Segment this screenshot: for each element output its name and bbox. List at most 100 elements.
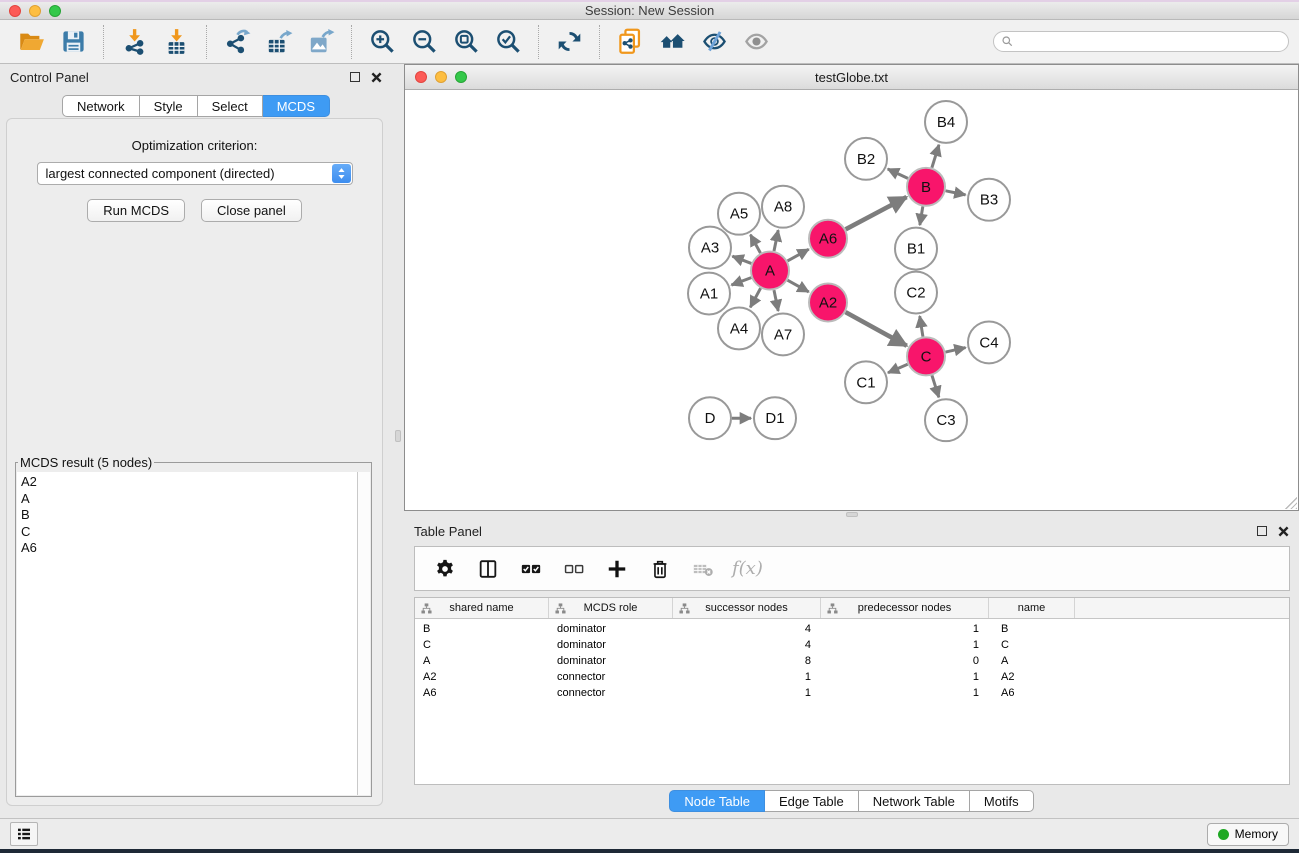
splitter-handle[interactable]	[395, 430, 401, 442]
node-label-C4: C4	[979, 334, 998, 351]
edge-A-A5[interactable]	[750, 235, 760, 253]
select-all-icon	[520, 558, 542, 580]
export-image-button[interactable]	[300, 22, 342, 62]
mcds-result-item[interactable]: C	[21, 524, 357, 541]
add-row-button[interactable]	[599, 550, 635, 588]
column-visibility-button[interactable]	[470, 550, 506, 588]
edge-C-C3[interactable]	[932, 375, 939, 397]
splitter-handle[interactable]	[846, 512, 858, 517]
zoom-fit-button[interactable]	[445, 22, 487, 62]
toolbar-separator	[538, 25, 539, 59]
close-icon[interactable]	[371, 72, 382, 83]
first-neighbors-button[interactable]	[651, 22, 693, 62]
network-graph[interactable]: B4B2BB3A5A8A6A3AB1A1C2A2A4A7CC4C1C3DD1	[405, 90, 1298, 510]
edge-A-A3[interactable]	[732, 256, 751, 263]
edge-A-A8[interactable]	[774, 230, 778, 251]
close-icon[interactable]	[1278, 526, 1289, 537]
edge-B-B3[interactable]	[946, 191, 966, 195]
resize-grip[interactable]	[1285, 497, 1297, 509]
vertical-splitter[interactable]	[392, 64, 404, 818]
zoom-selected-button[interactable]	[487, 22, 529, 62]
edge-A2-C[interactable]	[846, 312, 907, 346]
column-header-predecessor-nodes[interactable]: predecessor nodes	[821, 598, 989, 618]
column-header-successor-nodes[interactable]: successor nodes	[673, 598, 821, 618]
optimization-criterion-select[interactable]: largest connected component (directed)	[37, 162, 353, 185]
select-stepper-icon	[332, 164, 351, 183]
save-session-button[interactable]	[52, 22, 94, 62]
cell-mcds_role: dominator	[549, 623, 673, 635]
optimization-criterion-value: largest connected component (directed)	[46, 166, 275, 181]
delete-row-button[interactable]	[642, 550, 678, 588]
result-scrollbar[interactable]	[357, 472, 370, 795]
edge-C-C2[interactable]	[920, 316, 923, 336]
column-header-shared-name[interactable]: shared name	[415, 598, 549, 618]
refresh-button[interactable]	[548, 22, 590, 62]
task-history-button[interactable]	[10, 822, 38, 846]
edge-C-C4[interactable]	[946, 348, 966, 352]
tab-select[interactable]: Select	[198, 95, 263, 117]
table-row[interactable]: Bdominator41B	[415, 621, 1289, 637]
network-window-titlebar[interactable]: testGlobe.txt	[405, 65, 1298, 90]
cell-mcds_role: dominator	[549, 655, 673, 667]
close-panel-button[interactable]: Close panel	[201, 199, 302, 222]
column-header-mcds-role[interactable]: MCDS role	[549, 598, 673, 618]
tab-network-table[interactable]: Network Table	[859, 790, 970, 812]
search-input[interactable]	[1019, 34, 1281, 50]
node-label-A4: A4	[730, 320, 748, 337]
edge-A-A6[interactable]	[788, 249, 809, 261]
clone-network-button[interactable]	[609, 22, 651, 62]
tab-node-table[interactable]: Node Table	[669, 790, 765, 812]
memory-button[interactable]: Memory	[1207, 823, 1289, 846]
table-row[interactable]: A6connector11A6	[415, 685, 1289, 701]
edge-B-B2[interactable]	[888, 169, 908, 178]
tab-edge-table[interactable]: Edge Table	[765, 790, 859, 812]
table-row[interactable]: Adominator80A	[415, 653, 1289, 669]
attribute-type-icon	[421, 603, 432, 614]
table-row[interactable]: A2connector11A2	[415, 669, 1289, 685]
mcds-result-item[interactable]: A6	[21, 540, 357, 557]
edge-C-C1[interactable]	[888, 364, 908, 372]
edge-A-A7[interactable]	[774, 290, 778, 311]
tab-mcds[interactable]: MCDS	[263, 95, 330, 117]
cell-predecessor_nodes: 1	[821, 671, 989, 683]
cell-successor_nodes: 8	[673, 655, 821, 667]
edge-B-B4[interactable]	[932, 145, 939, 168]
edge-A-A4[interactable]	[750, 288, 760, 307]
show-all-button[interactable]	[735, 22, 777, 62]
zoom-in-button[interactable]	[361, 22, 403, 62]
mcds-result-item[interactable]: B	[21, 507, 357, 524]
edge-A6-B[interactable]	[846, 197, 907, 229]
first-neighbors-icon	[659, 28, 686, 55]
import-table-button[interactable]	[155, 22, 197, 62]
table-row[interactable]: Cdominator41C	[415, 637, 1289, 653]
edge-A-A2[interactable]	[788, 280, 809, 292]
zoom-out-button[interactable]	[403, 22, 445, 62]
edge-A-A1[interactable]	[731, 278, 751, 285]
tab-motifs[interactable]: Motifs	[970, 790, 1034, 812]
select-all-button[interactable]	[513, 550, 549, 588]
horizontal-splitter[interactable]	[404, 511, 1299, 518]
mcds-result-item[interactable]: A2	[21, 474, 357, 491]
open-session-icon	[18, 28, 45, 55]
tab-style[interactable]: Style	[140, 95, 198, 117]
run-mcds-button[interactable]: Run MCDS	[87, 199, 185, 222]
network-canvas[interactable]: B4B2BB3A5A8A6A3AB1A1C2A2A4A7CC4C1C3DD1	[405, 90, 1298, 510]
task-list-icon	[16, 826, 32, 842]
settings-gear-button[interactable]	[427, 550, 463, 588]
search-field[interactable]	[993, 31, 1289, 52]
tab-network[interactable]: Network	[62, 95, 140, 117]
delete-table-button[interactable]	[685, 550, 721, 588]
toolbar-separator	[351, 25, 352, 59]
export-network-button[interactable]	[216, 22, 258, 62]
deselect-all-button[interactable]	[556, 550, 592, 588]
float-icon[interactable]	[1257, 526, 1267, 536]
edge-B-B1[interactable]	[920, 206, 923, 225]
open-session-button[interactable]	[10, 22, 52, 62]
import-network-button[interactable]	[113, 22, 155, 62]
column-header-name[interactable]: name	[989, 598, 1075, 618]
function-builder-button[interactable]: f(x)	[728, 550, 767, 588]
mcds-result-item[interactable]: A	[21, 491, 357, 508]
hide-selected-button[interactable]	[693, 22, 735, 62]
float-icon[interactable]	[350, 72, 360, 82]
export-table-button[interactable]	[258, 22, 300, 62]
